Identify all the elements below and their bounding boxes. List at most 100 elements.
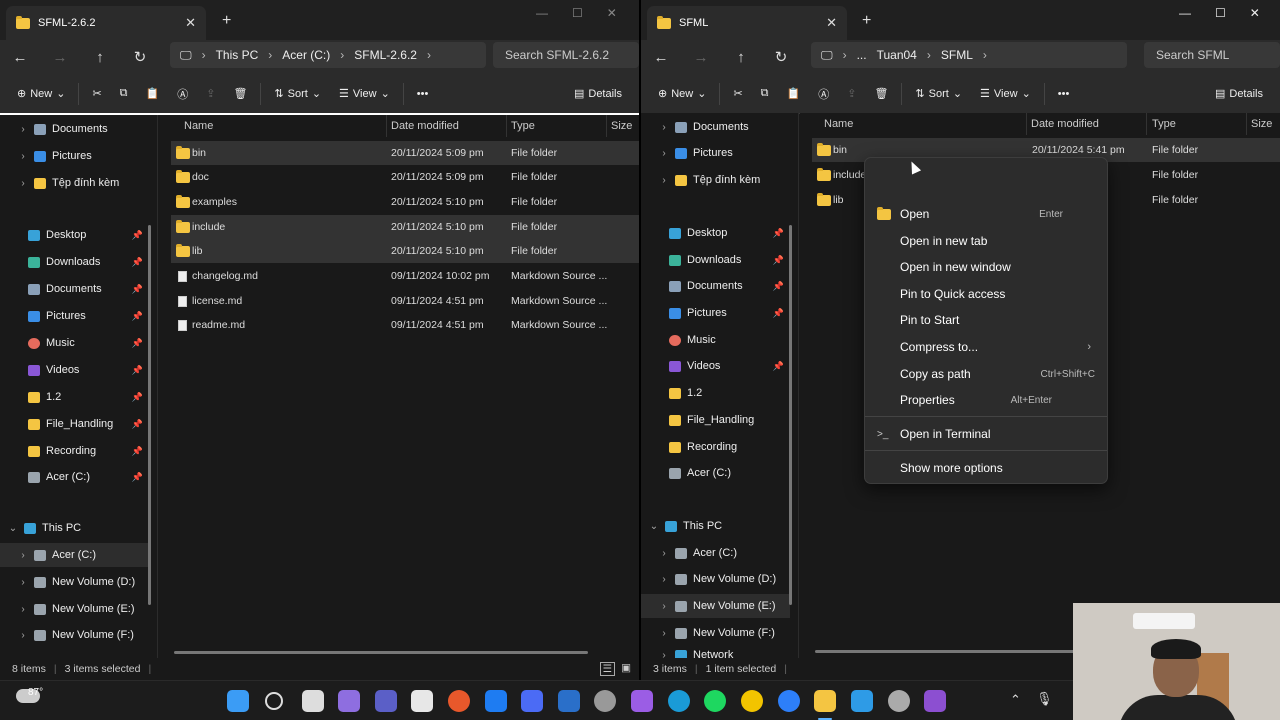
spotify-icon[interactable] xyxy=(704,690,726,712)
chevron-right-icon[interactable]: › xyxy=(16,630,30,641)
minimize-icon[interactable]: — xyxy=(1179,6,1191,20)
nav-item-acer-c[interactable]: › Acer (C:) xyxy=(641,541,790,565)
column-type[interactable]: Type xyxy=(1152,118,1176,130)
details-view-icon[interactable]: ☰ xyxy=(599,662,616,676)
chevron-down-icon[interactable]: ⌄ xyxy=(647,521,661,532)
nav-item-pictures-quick[interactable]: Pictures 📌 xyxy=(641,301,790,325)
edge-icon[interactable] xyxy=(668,690,690,712)
share-icon[interactable]: ⇪ xyxy=(838,87,865,100)
sort-button[interactable]: ⇅ Sort ⌄ xyxy=(265,87,330,101)
horizontal-scrollbar[interactable] xyxy=(174,651,588,654)
sort-button[interactable]: ⇅ Sort ⌄ xyxy=(906,87,971,101)
visual-studio-icon[interactable] xyxy=(924,690,946,712)
paste-icon[interactable]: 📋 xyxy=(137,87,169,100)
menu-item-open-terminal[interactable]: >_ Open in Terminal xyxy=(865,421,1107,447)
nav-item-file-handling[interactable]: File_Handling 📌 xyxy=(0,412,149,436)
nav-item-downloads[interactable]: Downloads 📌 xyxy=(0,250,149,274)
delete-icon[interactable]: 🗑 xyxy=(865,87,897,100)
menu-item-compress[interactable]: Compress to... › xyxy=(865,334,1107,360)
nav-item-acer-c[interactable]: › Acer (C:) xyxy=(0,543,149,567)
paste-icon[interactable]: 📋 xyxy=(778,87,810,100)
chevron-down-icon[interactable]: ⌄ xyxy=(6,523,20,534)
pin-icon[interactable]: 📌 xyxy=(132,392,143,403)
close-window-icon[interactable]: ✕ xyxy=(1250,6,1260,20)
forward-arrow-icon[interactable]: → xyxy=(40,49,80,66)
tiles-view-icon[interactable]: ▣ xyxy=(619,662,633,676)
table-row[interactable]: changelog.md 09/11/2024 10:02 pm Markdown … xyxy=(171,264,639,288)
view-button[interactable]: ☰ View ⌄ xyxy=(330,87,399,101)
table-row[interactable]: bin 20/11/2024 5:09 pm File folder xyxy=(171,141,639,165)
copy-icon[interactable]: ⧉ xyxy=(752,87,778,100)
nav-item-desktop[interactable]: Desktop 📌 xyxy=(641,221,790,245)
column-date-modified[interactable]: Date modified xyxy=(391,120,459,132)
column-date-modified[interactable]: Date modified xyxy=(1031,118,1099,130)
new-tab-icon[interactable]: + xyxy=(862,12,871,30)
new-button[interactable]: ⊕ New ⌄ xyxy=(649,87,715,101)
column-type[interactable]: Type xyxy=(511,120,535,132)
rename-icon[interactable]: Ⓐ xyxy=(168,86,197,102)
chevron-right-icon[interactable]: › xyxy=(16,604,30,615)
pin-icon[interactable]: 📌 xyxy=(132,446,143,457)
menu-item-pin-quick-access[interactable]: Pin to Quick access xyxy=(865,281,1107,307)
column-name[interactable]: Name xyxy=(184,120,213,132)
details-button[interactable]: ▤ Details xyxy=(1206,87,1272,101)
chevron-right-icon[interactable]: › xyxy=(16,124,30,135)
microphone-icon[interactable]: 🎙 xyxy=(1036,691,1053,707)
nav-item-volume-f[interactable]: › New Volume (F:) xyxy=(641,621,790,645)
breadcrumb-item[interactable]: ... xyxy=(857,48,867,62)
more-options-icon[interactable]: ••• xyxy=(1049,88,1079,100)
chevron-right-icon[interactable]: › xyxy=(657,628,671,639)
search-input[interactable]: Search SFML-2.6.2 xyxy=(493,42,639,68)
rename-icon[interactable]: Ⓐ xyxy=(809,86,838,102)
chevron-right-icon[interactable]: › xyxy=(16,550,30,561)
column-size[interactable]: Size xyxy=(611,120,632,132)
breadcrumb-item[interactable]: Acer (C:) xyxy=(282,48,330,62)
nav-item-pictures[interactable]: › Pictures xyxy=(641,141,790,165)
pin-icon[interactable]: 📌 xyxy=(132,230,143,241)
nav-item-1-2[interactable]: 1.2 📌 xyxy=(0,385,149,409)
teams-icon[interactable] xyxy=(375,690,397,712)
nav-item-attachments[interactable]: › Tệp đính kèm xyxy=(641,168,790,192)
column-name[interactable]: Name xyxy=(824,118,853,130)
pin-icon[interactable]: 📌 xyxy=(773,255,784,266)
horizontal-scrollbar[interactable] xyxy=(815,650,1075,653)
pin-icon[interactable]: 📌 xyxy=(132,311,143,322)
pin-icon[interactable]: 📌 xyxy=(773,281,784,292)
nav-item-1-2[interactable]: 1.2 xyxy=(641,381,790,405)
new-button[interactable]: ⊕ New ⌄ xyxy=(8,87,74,101)
nav-item-volume-d[interactable]: › New Volume (D:) xyxy=(641,567,790,591)
tab-sfml-262[interactable]: SFML-2.6.2 ✕ xyxy=(6,6,206,40)
chevron-right-icon[interactable]: › xyxy=(657,574,671,585)
menu-item-copy-path[interactable]: Copy as path Ctrl+Shift+C xyxy=(865,361,1107,387)
nav-item-volume-d[interactable]: › New Volume (D:) xyxy=(0,570,149,594)
pin-icon[interactable]: 📌 xyxy=(132,257,143,268)
nav-item-pictures-quick[interactable]: Pictures 📌 xyxy=(0,304,149,328)
nav-item-this-pc[interactable]: ⌄ This PC xyxy=(641,514,790,538)
app-icon[interactable] xyxy=(631,690,653,712)
table-row[interactable]: license.md 09/11/2024 4:51 pm Markdown Sou… xyxy=(171,289,639,313)
chevron-up-icon[interactable]: ⌃ xyxy=(1010,692,1021,708)
address-bar[interactable]: 🖵 › This PC › Acer (C:) › SFML-2.6.2 › xyxy=(170,42,486,68)
nav-item-videos[interactable]: Videos 📌 xyxy=(641,354,790,378)
nav-item-recording[interactable]: Recording xyxy=(641,435,790,459)
copy-icon[interactable]: ⧉ xyxy=(111,87,137,100)
new-tab-icon[interactable]: + xyxy=(222,12,231,30)
back-arrow-icon[interactable]: ← xyxy=(641,49,681,66)
pin-icon[interactable]: 📌 xyxy=(132,419,143,430)
forward-arrow-icon[interactable]: → xyxy=(681,49,721,66)
chevron-right-icon[interactable]: › xyxy=(657,601,671,612)
pin-icon[interactable]: 📌 xyxy=(773,308,784,319)
delete-icon[interactable]: 🗑 xyxy=(224,87,256,100)
maximize-icon[interactable]: ☐ xyxy=(1215,6,1226,20)
pin-icon[interactable]: 📌 xyxy=(132,365,143,376)
firefox-icon[interactable] xyxy=(448,690,470,712)
nav-item-this-pc[interactable]: ⌄ This PC xyxy=(0,516,149,540)
menu-item-pin-start[interactable]: Pin to Start xyxy=(865,307,1107,333)
task-view-icon[interactable] xyxy=(302,690,324,712)
pin-icon[interactable]: 📌 xyxy=(773,361,784,372)
nav-scrollbar[interactable] xyxy=(148,225,151,605)
nav-item-file-handling[interactable]: File_Handling xyxy=(641,408,790,432)
tab-sfml[interactable]: SFML ✕ xyxy=(647,6,847,40)
file-explorer-icon[interactable] xyxy=(814,690,836,712)
nav-item-volume-e[interactable]: › New Volume (E:) xyxy=(0,597,149,621)
